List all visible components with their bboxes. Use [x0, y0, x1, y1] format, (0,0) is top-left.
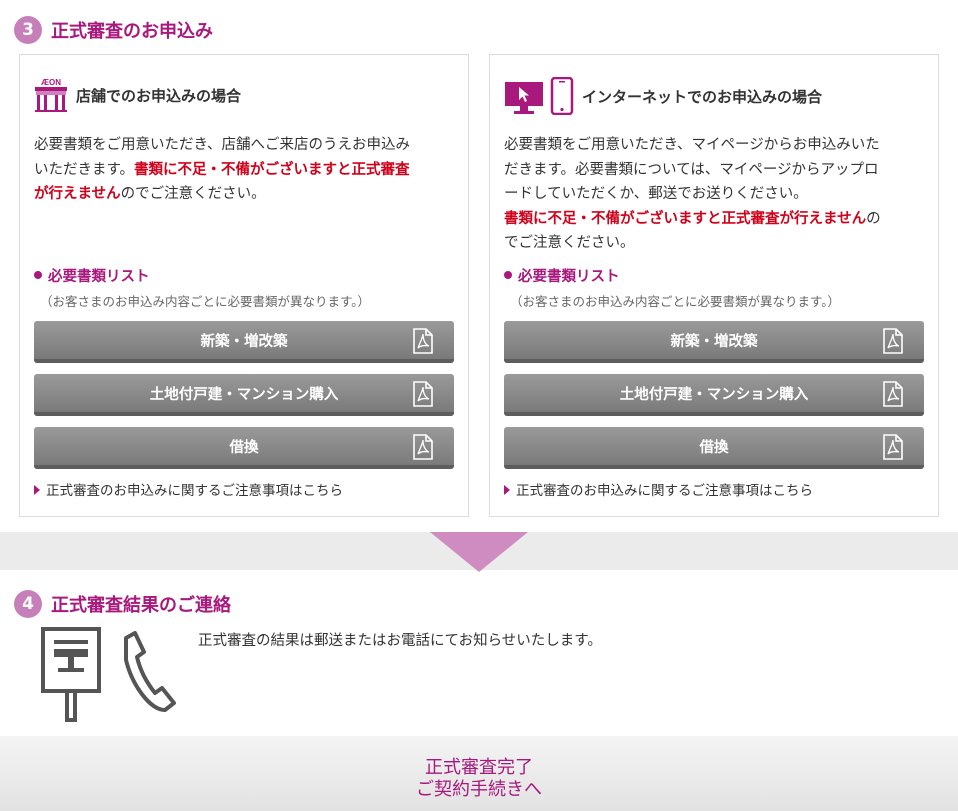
desc-text: だきます。必要書類については、マイページからアップロ — [504, 161, 879, 178]
store-application-card: ÆON 店舗でのお申込みの場合 必要書類をご用意いただき、店舗へご来店のうえお申… — [19, 54, 469, 517]
contract-procedure-link[interactable]: 正式審査完了 ご契約手続きへ — [0, 757, 958, 801]
button-label: 新築・増改築 — [200, 333, 288, 350]
store-notice-link[interactable]: 正式審査のお申込みに関するご注意事項はこちら — [34, 479, 343, 499]
store-land-house-purchase-button[interactable]: 土地付戸建・マンション購入 — [34, 374, 454, 416]
pdf-icon — [413, 381, 433, 407]
desc-line: が行えませんのでご注意ください。 — [34, 182, 458, 207]
pdf-icon — [883, 328, 903, 354]
step4-number: 4 — [14, 590, 42, 618]
store-icon: ÆON — [35, 78, 67, 112]
list-title-text: 必要書類リスト — [48, 269, 150, 285]
internet-required-docs-note: （お客さまのお申込み内容ごとに必要書類が異なります。） — [510, 294, 841, 309]
postbox-icon — [41, 627, 101, 722]
warning-text: 書類に不足・不備がございますと正式審査が行えません — [504, 210, 867, 227]
smartphone-icon — [550, 77, 574, 115]
store-card-description: 必要書類をご用意いただき、店舗へご来店のうえお申込み いただきます。書類に不足・… — [34, 133, 458, 207]
step3-number: 3 — [14, 16, 42, 44]
store-required-docs-title: 必要書類リスト — [34, 265, 150, 286]
step3-title: 正式審査のお申込み — [51, 21, 213, 42]
desc-text: でご注意ください。 — [504, 235, 635, 251]
desc-line: 必要書類をご用意いただき、店舗へご来店のうえお申込み — [34, 133, 458, 158]
button-label: 土地付戸建・マンション購入 — [149, 386, 339, 403]
notice-link-text: 正式審査のお申込みに関するご注意事項はこちら — [516, 483, 813, 499]
bullet-dot — [34, 271, 42, 279]
desc-text: のでご注意ください。 — [120, 186, 266, 202]
desc-text: 必要書類をご用意いただき、マイページからお申込みいた — [504, 137, 880, 153]
desc-line: でご注意ください。 — [504, 231, 928, 256]
internet-card-title: インターネットでのお申込みの場合 — [582, 87, 823, 106]
phone-icon — [124, 631, 176, 712]
desc-line: いただきます。書類に不足・不備がございますと正式審査 — [34, 158, 458, 183]
step4-header: 4 正式審査結果のご連絡 — [14, 590, 231, 618]
button-label: 土地付戸建・マンション購入 — [619, 386, 809, 403]
pdf-icon — [883, 434, 903, 460]
internet-land-house-purchase-button[interactable]: 土地付戸建・マンション購入 — [504, 374, 924, 416]
arrow-down-icon — [430, 532, 528, 572]
triangle-right-icon — [504, 485, 510, 495]
internet-required-docs-title: 必要書類リスト — [504, 265, 620, 286]
monitor-icon — [505, 82, 543, 114]
desc-line: 書類に不足・不備がございますと正式審査が行えませんの — [504, 207, 928, 232]
bottom-line-2: ご契約手続きへ — [416, 779, 542, 800]
internet-card-header: インターネットでのお申込みの場合 — [504, 77, 822, 115]
warning-text: 書類に不足・不備がございますと正式審査 — [134, 161, 410, 178]
button-label: 借換 — [229, 439, 259, 456]
step3-header: 3 正式審査のお申込み — [14, 16, 213, 44]
store-required-docs-note: （お客さまのお申込み内容ごとに必要書類が異なります。） — [40, 294, 371, 309]
store-new-build-button[interactable]: 新築・増改築 — [34, 321, 454, 363]
desc-line: ードしていただくか、郵送でお送りください。 — [504, 182, 928, 207]
internet-refinance-button[interactable]: 借換 — [504, 427, 924, 469]
notice-link-text: 正式審査のお申込みに関するご注意事項はこちら — [46, 483, 343, 499]
store-card-header: ÆON 店舗でのお申込みの場合 — [34, 77, 241, 113]
desc-text: ードしていただくか、郵送でお送りください。 — [504, 186, 808, 202]
pdf-icon — [413, 328, 433, 354]
store-card-title: 店舗でのお申込みの場合 — [76, 86, 242, 105]
desc-line: だきます。必要書類については、マイページからアップロ — [504, 158, 928, 183]
desc-text: 必要書類をご用意いただき、店舗へご来店のうえお申込み — [34, 137, 410, 153]
list-title-text: 必要書類リスト — [518, 269, 620, 285]
bottom-line-1: 正式審査完了 — [425, 757, 533, 778]
internet-new-build-button[interactable]: 新築・増改築 — [504, 321, 924, 363]
aeon-logo-text: ÆON — [41, 78, 61, 87]
triangle-right-icon — [34, 485, 40, 495]
button-label: 新築・増改築 — [670, 333, 758, 350]
pdf-icon — [413, 434, 433, 460]
store-refinance-button[interactable]: 借換 — [34, 427, 454, 469]
internet-application-card: インターネットでのお申込みの場合 必要書類をご用意いただき、マイページからお申込… — [489, 54, 939, 517]
pdf-icon — [883, 381, 903, 407]
desc-line: 必要書類をご用意いただき、マイページからお申込みいた — [504, 133, 928, 158]
internet-notice-link[interactable]: 正式審査のお申込みに関するご注意事項はこちら — [504, 479, 813, 499]
internet-card-description: 必要書類をご用意いただき、マイページからお申込みいた だきます。必要書類について… — [504, 133, 928, 256]
desc-text: の — [866, 210, 881, 227]
desc-text: いただきます。 — [34, 161, 135, 178]
button-label: 借換 — [699, 439, 729, 456]
result-notice-text: 正式審査の結果は郵送またはお電話にてお知らせいたします。 — [198, 633, 602, 649]
bullet-dot — [504, 271, 512, 279]
step4-title: 正式審査結果のご連絡 — [51, 595, 231, 616]
warning-text: が行えません — [34, 186, 121, 202]
